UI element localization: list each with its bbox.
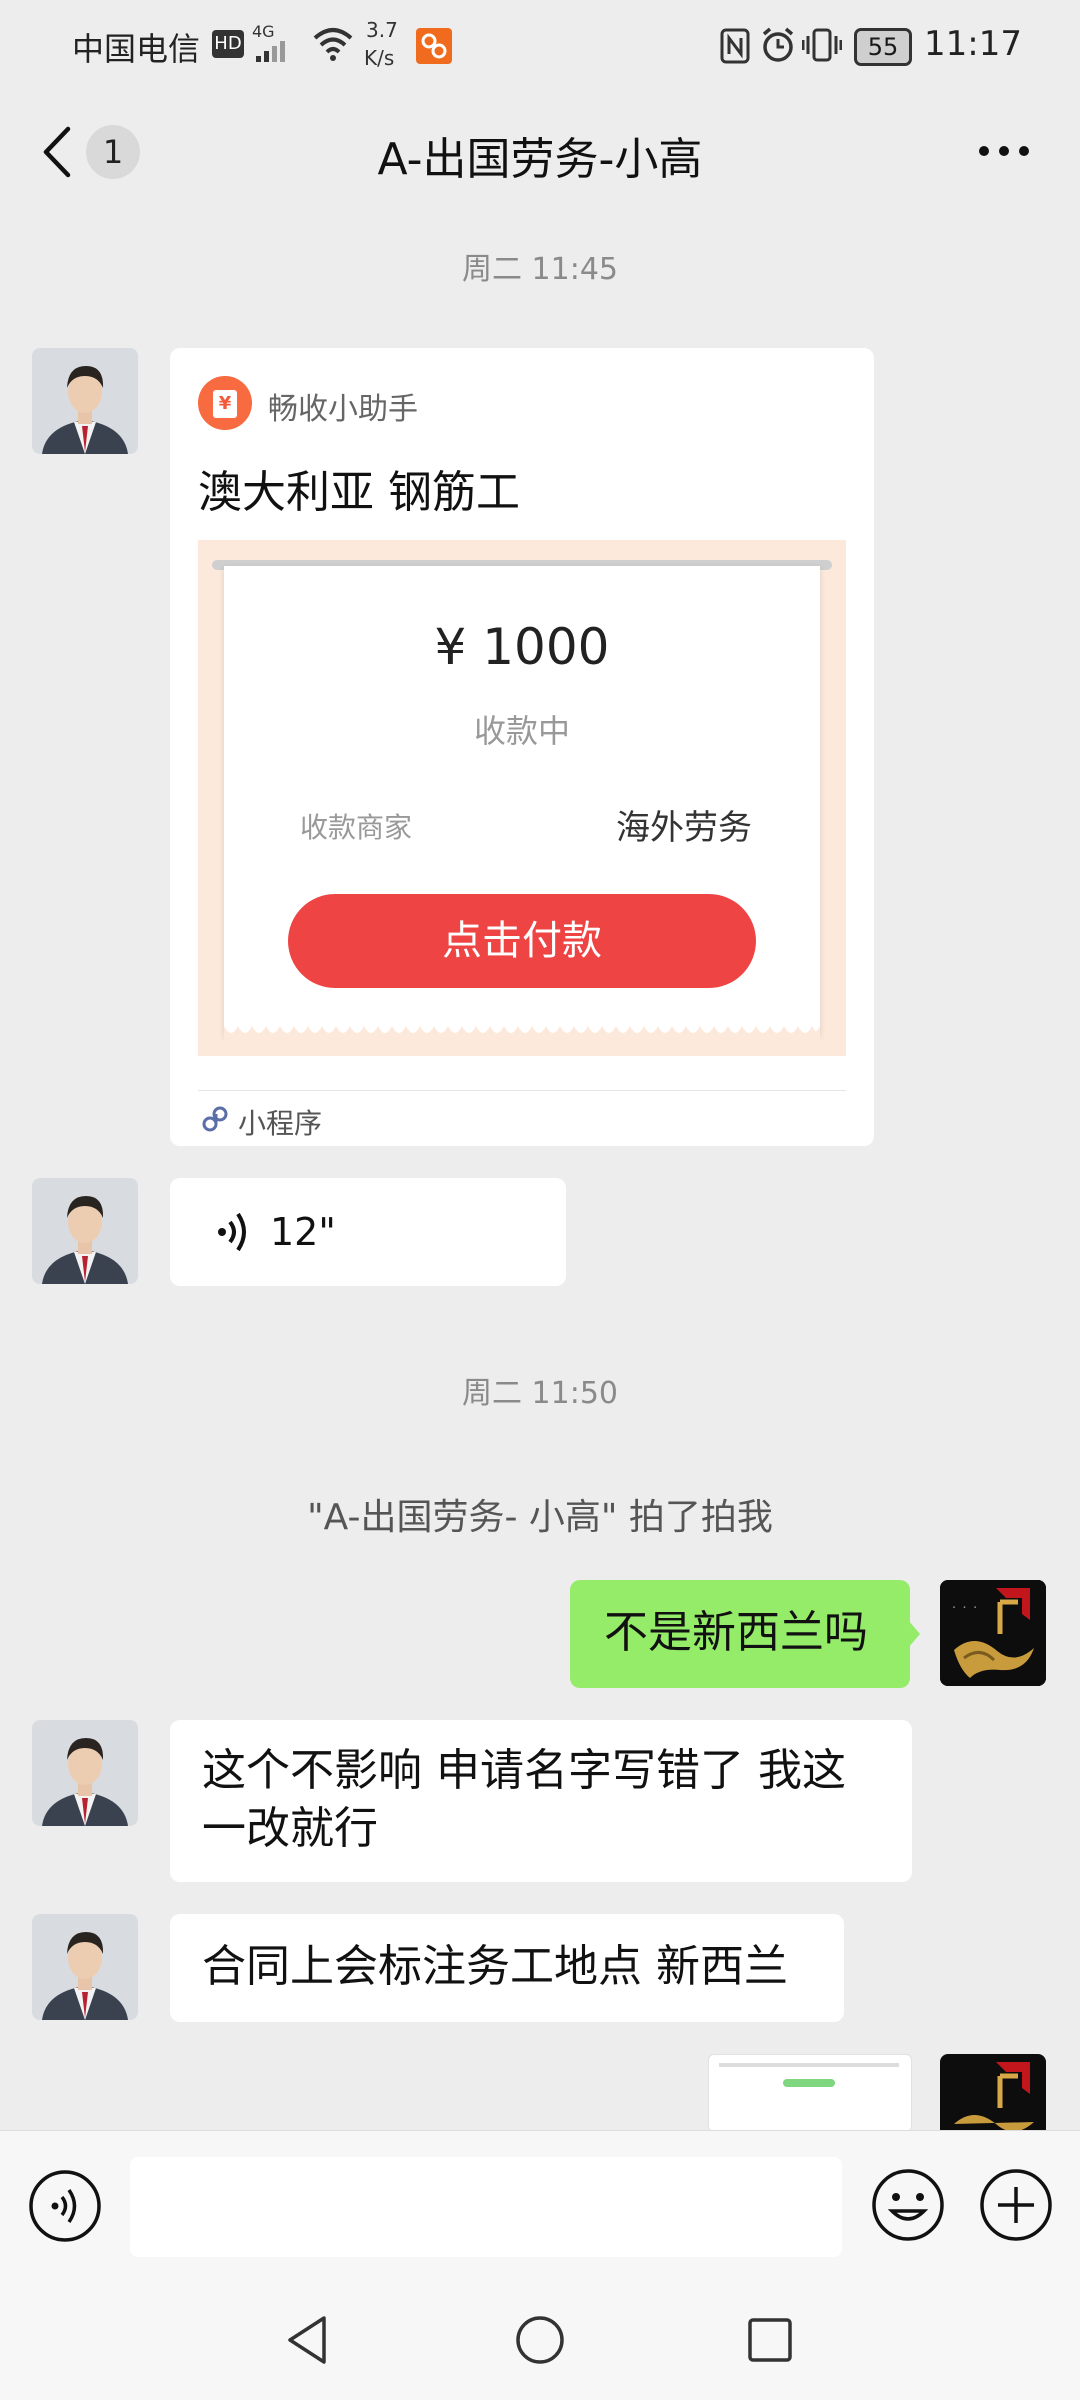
amount-label: ¥ 1000: [434, 618, 610, 676]
contact-message-bubble[interactable]: 这个不影响 申请名字写错了 我这 一改就行: [170, 1720, 912, 1882]
merchant-label: 收款商家: [300, 811, 413, 844]
clock: 11:17: [924, 24, 1022, 64]
pat-notification: "A-出国劳务- 小高" 拍了拍我: [307, 1497, 773, 1538]
receipt-preview: ¥ 1000 收款中 收款商家 海外劳务 点击付款: [198, 540, 846, 1056]
nfc-icon: [720, 28, 750, 64]
signal-icon: [256, 41, 285, 62]
voice-message[interactable]: 12": [170, 1178, 566, 1286]
contact-avatar[interactable]: [32, 348, 138, 454]
message-text: 合同上会标注务工地点 新西兰: [202, 1941, 788, 1992]
payment-status: 收款中: [473, 712, 570, 750]
payment-app-icon: ¥: [198, 376, 252, 430]
voice-input-icon[interactable]: [28, 2169, 102, 2243]
my-avatar[interactable]: [940, 2054, 1046, 2130]
back-triangle-icon[interactable]: [284, 2314, 332, 2366]
contact-avatar[interactable]: [32, 1914, 138, 2020]
timestamp: 周二 11:50: [462, 1376, 618, 1411]
emoji-icon[interactable]: [870, 2167, 946, 2243]
battery-icon: 55: [854, 28, 912, 66]
pay-button[interactable]: 点击付款: [288, 894, 756, 988]
contact-avatar[interactable]: [32, 1178, 138, 1284]
my-avatar[interactable]: ・ ・ ・: [940, 1580, 1046, 1686]
contact-message-bubble[interactable]: 合同上会标注务工地点 新西兰: [170, 1914, 844, 2022]
carrier-label: 中国电信: [72, 30, 201, 68]
vibrate-icon: [802, 28, 842, 62]
alarm-icon: [762, 27, 794, 62]
speed-value: 3.7: [366, 18, 398, 42]
message-input[interactable]: [130, 2157, 842, 2257]
battery-level: 55: [867, 33, 899, 61]
mini-program-name: 畅收小助手: [268, 392, 418, 427]
merchant-value: 海外劳务: [616, 808, 752, 848]
timestamp: 周二 11:45: [462, 252, 618, 287]
contact-avatar[interactable]: [32, 1720, 138, 1826]
input-toolbar: [0, 2130, 1080, 2281]
mini-program-card[interactable]: ¥ 畅收小助手 澳大利亚 钢筋工 ¥ 1000 收款中 收款商家 海外劳务 点击…: [170, 348, 874, 1146]
speed-unit: K/s: [364, 46, 395, 70]
hd-badge: HD: [212, 30, 244, 58]
message-text-line2: 一改就行: [202, 1803, 378, 1854]
add-more-icon[interactable]: [978, 2167, 1054, 2243]
status-bar: 中国电信 HD 4G 3.7 K/s 55 11:17: [0, 0, 1080, 95]
card-title: 澳大利亚 钢筋工: [198, 467, 520, 518]
my-message-bubble[interactable]: 不是新西兰吗: [570, 1580, 920, 1688]
system-navigation-bar: [0, 2280, 1080, 2400]
mini-program-icon: [202, 1106, 228, 1132]
image-message-thumbnail[interactable]: [708, 2054, 912, 2132]
voice-wave-icon: [218, 1212, 246, 1252]
receipt-paper: ¥ 1000 收款中 收款商家 海外劳务 点击付款: [224, 566, 820, 1046]
mini-program-tag: 小程序: [238, 1107, 323, 1140]
message-text-line1: 这个不影响 申请名字写错了 我这: [202, 1745, 846, 1796]
chat-title: A-出国劳务-小高: [377, 134, 703, 185]
svg-text:・ ・ ・: ・ ・ ・: [950, 1603, 979, 1612]
app-notification-icon: [416, 28, 452, 64]
recent-apps-square-icon[interactable]: [746, 2316, 794, 2364]
home-circle-icon[interactable]: [514, 2314, 566, 2366]
receipt-serrated-edge: [224, 1026, 820, 1046]
wifi-icon: [313, 28, 353, 61]
message-text: 不是新西兰吗: [604, 1607, 868, 1658]
more-options-icon[interactable]: [976, 141, 1032, 161]
chat-header: 1 A-出国劳务-小高: [0, 95, 1080, 210]
voice-duration: 12": [270, 1210, 336, 1254]
